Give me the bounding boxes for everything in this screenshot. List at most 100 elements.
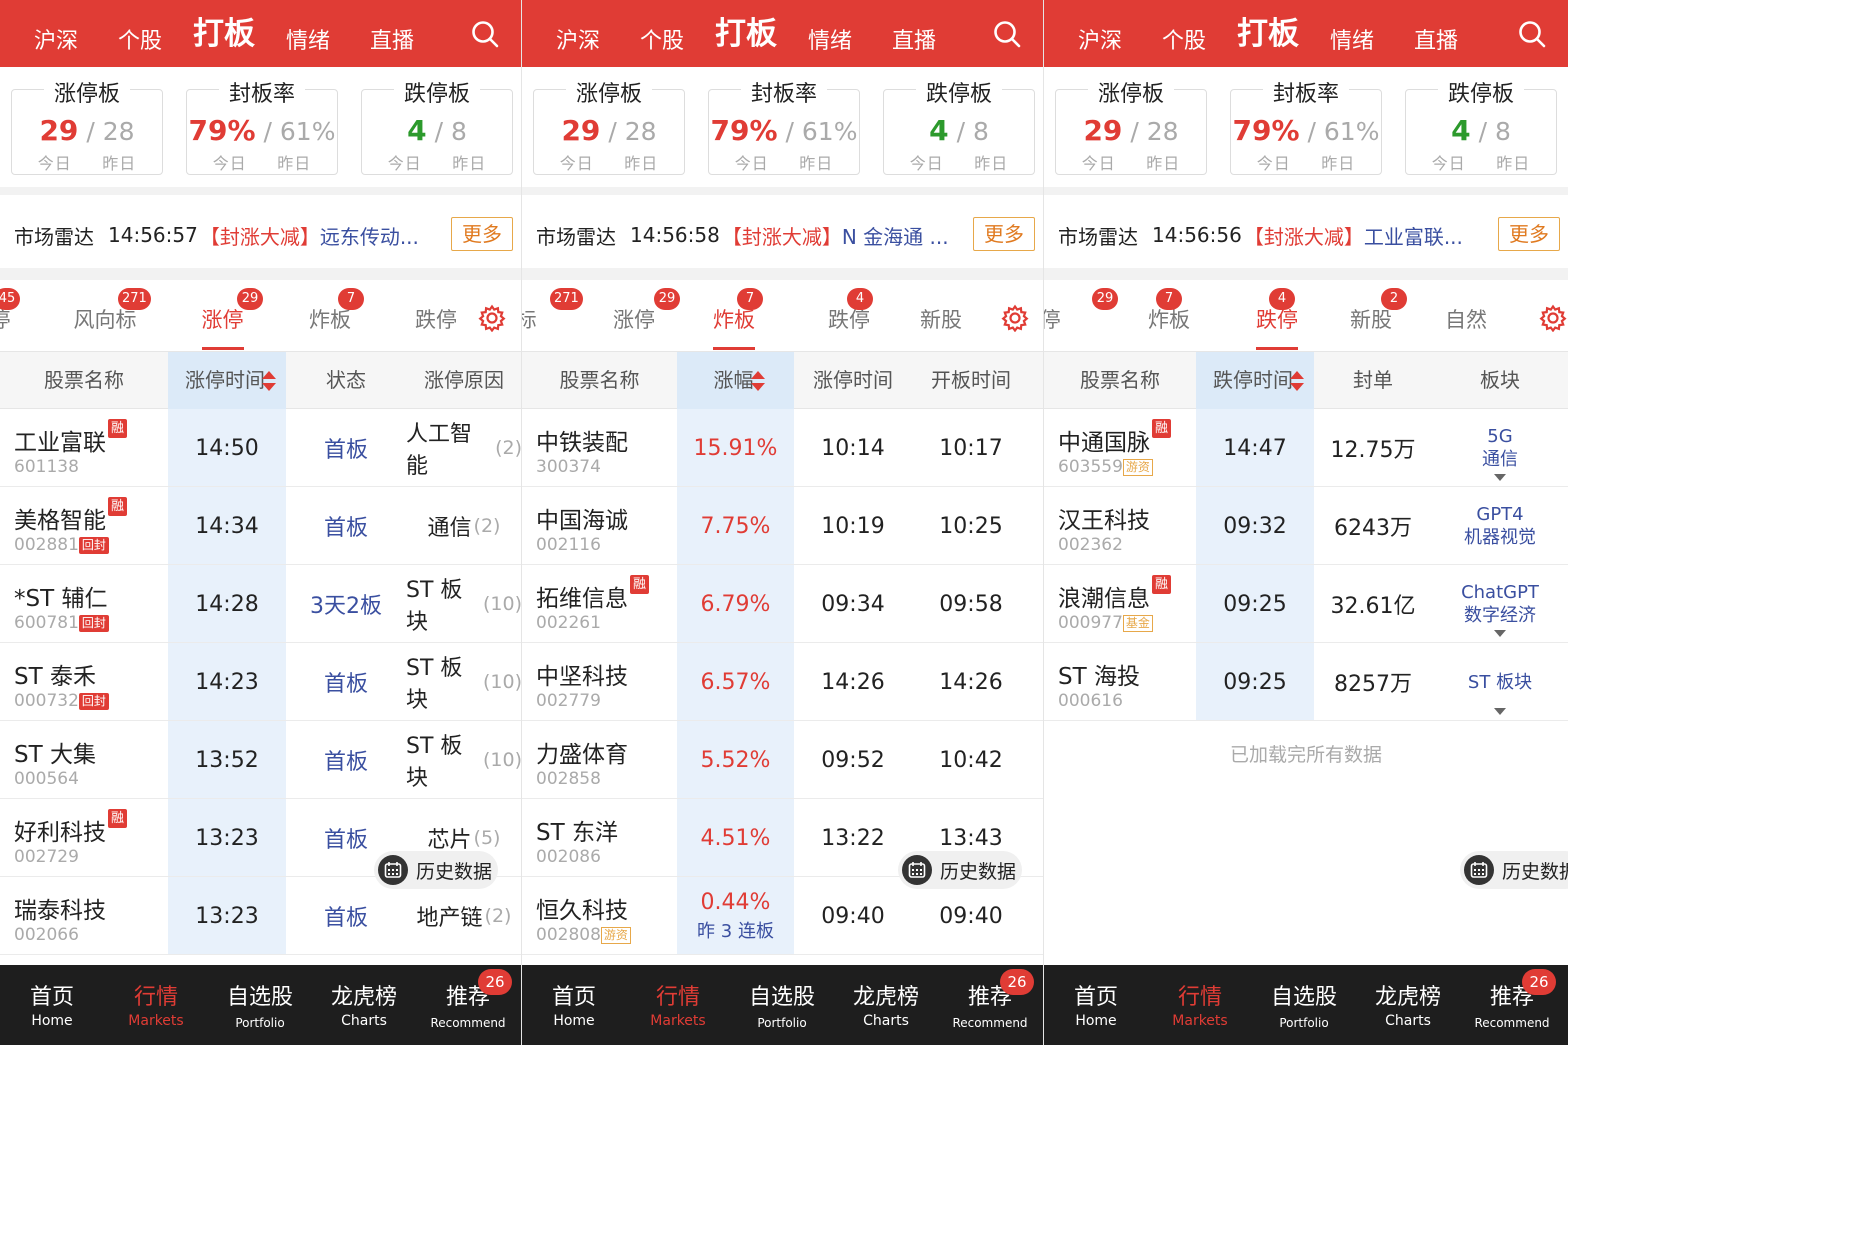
radar-stock-name[interactable]: N 金海通 ... xyxy=(842,221,949,250)
chevron-down-icon[interactable] xyxy=(1494,708,1506,715)
stock-name[interactable]: 力盛体育 xyxy=(536,735,628,769)
tab-4[interactable]: 新股 xyxy=(898,304,984,344)
stock-name[interactable]: ST 大集 xyxy=(14,735,96,769)
reason[interactable]: 通信 (2) xyxy=(406,487,521,565)
bottom-nav-home[interactable]: 首页 Home xyxy=(1044,965,1148,1045)
table-row[interactable]: ST 大集 000564 13:52 首板 ST 板块 (10) xyxy=(0,721,521,799)
stock-name[interactable]: 中铁装配 xyxy=(536,423,628,457)
bottom-nav-home[interactable]: 首页 Home xyxy=(0,965,104,1045)
market-radar[interactable]: 市场雷达 14:56:58 【封涨大减】 N 金海通 ... 更多 xyxy=(522,210,1043,260)
nav-tab-2[interactable]: 打板 xyxy=(704,8,788,53)
bottom-nav-charts[interactable]: 龙虎榜 Charts xyxy=(834,965,938,1045)
bottom-nav-recommend[interactable]: 推荐 Recommend 26 xyxy=(938,965,1042,1045)
stat-card-2[interactable]: 跌停板 4 / 8 今日 昨日 xyxy=(1405,82,1557,175)
nav-tab-3[interactable]: 情绪 xyxy=(266,13,350,55)
stock-name[interactable]: 恒久科技 xyxy=(536,891,628,925)
nav-tab-0[interactable]: 沪深 xyxy=(14,13,98,55)
search-icon[interactable] xyxy=(1518,20,1546,48)
tab-0[interactable]: k停29 xyxy=(1044,288,1118,344)
table-row[interactable]: 汉王科技 002362 09:32 6243万 GPT4 机器视觉 xyxy=(1044,487,1568,565)
search-icon[interactable] xyxy=(471,20,499,48)
bottom-nav-markets[interactable]: 行情 Markets xyxy=(1148,965,1252,1045)
stat-card-0[interactable]: 涨停板 29 / 28 今日 昨日 xyxy=(1055,82,1207,175)
search-icon[interactable] xyxy=(993,20,1021,48)
stat-card-1[interactable]: 封板率 79% / 61% 今日 昨日 xyxy=(186,82,338,175)
tab-1[interactable]: 涨停 29 xyxy=(589,288,680,344)
bottom-nav-portfolio[interactable]: 自选股 Portfolio xyxy=(208,965,312,1045)
stock-name[interactable]: 中国海诚 xyxy=(536,501,628,535)
history-data-button[interactable]: 历史数据 xyxy=(1460,851,1568,889)
column-header-1[interactable]: 跌停时间 xyxy=(1196,352,1314,409)
nav-tab-4[interactable]: 直播 xyxy=(1394,13,1478,55)
tab-0[interactable]: ]标 271 xyxy=(522,288,583,344)
stock-name[interactable]: ST 东洋 xyxy=(536,813,618,847)
nav-tab-1[interactable]: 个股 xyxy=(620,13,704,55)
table-row[interactable]: 力盛体育 002858 5.52% 09:52 10:42 xyxy=(522,721,1043,799)
table-row[interactable]: 浪潮信息融 000977 基金 09:25 32.61亿 ChatGPT 数字经济 xyxy=(1044,565,1568,643)
stat-card-1[interactable]: 封板率 79% / 61% 今日 昨日 xyxy=(708,82,860,175)
table-row[interactable]: 美格智能融 002881 回封 14:34 首板 通信 (2) xyxy=(0,487,521,565)
nav-tab-1[interactable]: 个股 xyxy=(98,13,182,55)
stock-name[interactable]: ST 泰禾 xyxy=(14,657,96,691)
sector[interactable]: ChatGPT 数字经济 xyxy=(1432,565,1568,643)
sector[interactable]: 5G 通信 xyxy=(1432,409,1568,487)
reason[interactable]: ST 板块 (10) xyxy=(406,643,521,721)
radar-stock-name[interactable]: 远东传动... xyxy=(320,221,419,250)
nav-tab-1[interactable]: 个股 xyxy=(1142,13,1226,55)
nav-tab-4[interactable]: 直播 xyxy=(872,13,956,55)
stock-name[interactable]: 汉王科技 xyxy=(1058,501,1150,535)
tab-3[interactable]: 跌停 4 xyxy=(797,288,901,344)
nav-tab-0[interactable]: 沪深 xyxy=(536,13,620,55)
stock-name[interactable]: *ST 辅仁 xyxy=(14,579,107,613)
table-row[interactable]: 中铁装配 300374 15.91% 10:14 10:17 xyxy=(522,409,1043,487)
bottom-nav-home[interactable]: 首页 Home xyxy=(522,965,626,1045)
gear-icon[interactable] xyxy=(1533,300,1568,344)
stat-card-0[interactable]: 涨停板 29 / 28 今日 昨日 xyxy=(11,82,163,175)
nav-tab-4[interactable]: 直播 xyxy=(350,13,434,55)
sector[interactable]: GPT4 机器视觉 xyxy=(1432,487,1568,565)
tab-3[interactable]: 炸板 7 xyxy=(278,288,382,344)
column-header-1[interactable]: 涨停时间 xyxy=(168,352,286,409)
nav-tab-3[interactable]: 情绪 xyxy=(1310,13,1394,55)
table-row[interactable]: ST 海投 000616 09:25 8257万 ST 板块 xyxy=(1044,643,1568,721)
tab-1[interactable]: 炸板 7 xyxy=(1114,288,1224,344)
stock-name[interactable]: 中坚科技 xyxy=(536,657,628,691)
stat-card-2[interactable]: 跌停板 4 / 8 今日 昨日 xyxy=(361,82,513,175)
table-row[interactable]: 中国海诚 002116 7.75% 10:19 10:25 xyxy=(522,487,1043,565)
stock-name[interactable]: 中通国脉融 xyxy=(1058,419,1171,457)
chevron-down-icon[interactable] xyxy=(1494,474,1506,481)
tab-3[interactable]: 新股 2 xyxy=(1329,288,1413,344)
more-button[interactable]: 更多 xyxy=(451,217,513,251)
chevron-down-icon[interactable] xyxy=(1494,630,1506,637)
stock-name[interactable]: ST 海投 xyxy=(1058,657,1140,691)
tab-2[interactable]: 跌停 4 xyxy=(1219,288,1335,350)
table-row[interactable]: ST 泰禾 000732 回封 14:23 首板 ST 板块 (10) xyxy=(0,643,521,721)
sector[interactable]: ST 板块 xyxy=(1432,643,1568,721)
table-row[interactable]: 中通国脉融 603559 游资 14:47 12.75万 5G 通信 xyxy=(1044,409,1568,487)
history-data-button[interactable]: 历史数据 xyxy=(374,851,498,889)
bottom-nav-charts[interactable]: 龙虎榜 Charts xyxy=(312,965,416,1045)
stock-name[interactable]: 工业富联融 xyxy=(14,419,127,457)
bottom-nav-portfolio[interactable]: 自选股 Portfolio xyxy=(1252,965,1356,1045)
bottom-nav-recommend[interactable]: 推荐 Recommend 26 xyxy=(1460,965,1564,1045)
tab-2[interactable]: 涨停 29 xyxy=(175,288,270,350)
bottom-nav-markets[interactable]: 行情 Markets xyxy=(104,965,208,1045)
bottom-nav-charts[interactable]: 龙虎榜 Charts xyxy=(1356,965,1460,1045)
bottom-nav-recommend[interactable]: 推荐 Recommend 26 xyxy=(416,965,520,1045)
more-button[interactable]: 更多 xyxy=(973,217,1035,251)
bottom-nav-portfolio[interactable]: 自选股 Portfolio xyxy=(730,965,834,1045)
gear-icon[interactable] xyxy=(472,300,508,344)
tab-1[interactable]: 风向标 271 xyxy=(60,288,151,344)
reason[interactable]: ST 板块 (10) xyxy=(406,565,521,643)
stock-name[interactable]: 瑞泰科技 xyxy=(14,891,106,925)
stat-card-0[interactable]: 涨停板 29 / 28 今日 昨日 xyxy=(533,82,685,175)
column-header-1[interactable]: 涨幅 xyxy=(677,352,794,409)
reason[interactable]: 人工智能 (2) xyxy=(406,409,521,487)
nav-tab-0[interactable]: 沪深 xyxy=(1058,13,1142,55)
tab-0[interactable]: 停45 xyxy=(0,288,40,344)
market-radar[interactable]: 市场雷达 14:56:56 【封涨大减】 工业富联... 更多 xyxy=(1044,210,1568,260)
table-row[interactable]: 工业富联融 601138 14:50 首板 人工智能 (2) xyxy=(0,409,521,487)
stock-name[interactable]: 好利科技融 xyxy=(14,809,127,847)
radar-stock-name[interactable]: 工业富联... xyxy=(1364,221,1463,250)
table-row[interactable]: 拓维信息融 002261 6.79% 09:34 09:58 xyxy=(522,565,1043,643)
